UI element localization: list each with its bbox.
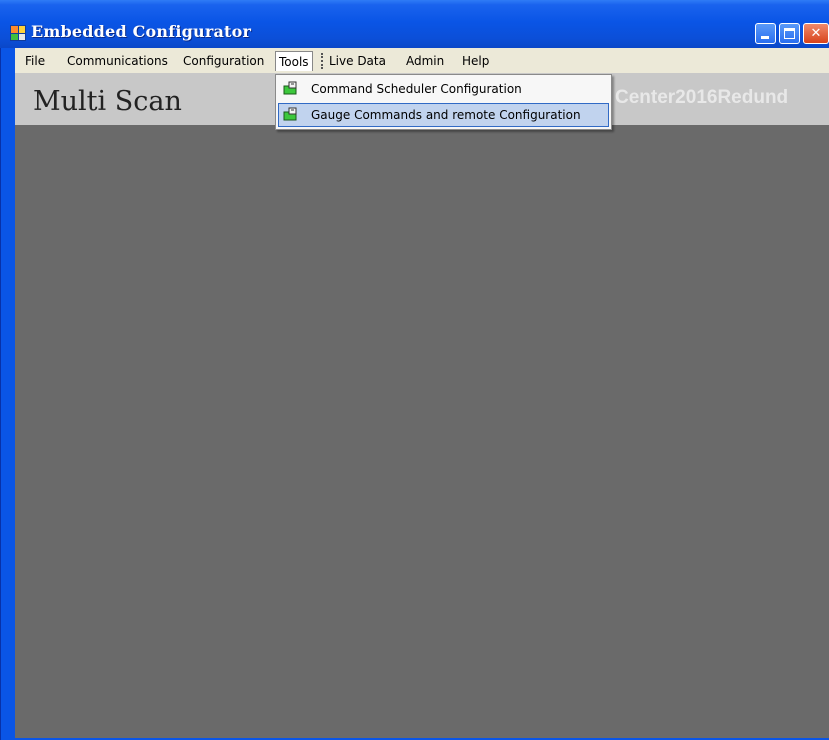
menu-bar: File Communications Configuration Tools … — [15, 48, 829, 73]
minimize-icon — [761, 36, 769, 39]
menu-admin[interactable]: Admin — [406, 53, 444, 70]
menu-communications[interactable]: Communications — [67, 53, 168, 70]
close-button[interactable]: ✕ — [803, 23, 829, 44]
menu-item-command-scheduler[interactable]: Command Scheduler Configuration — [278, 77, 609, 101]
gauge-icon — [283, 107, 297, 121]
menu-configuration[interactable]: Configuration — [183, 53, 264, 70]
title-bar[interactable]: Embedded Configurator ✕ — [0, 0, 829, 48]
menu-separator — [321, 53, 325, 69]
menu-item-label: Gauge Commands and remote Configuration — [311, 108, 581, 122]
tools-dropdown-menu: Command Scheduler Configuration Gauge Co… — [275, 74, 612, 130]
menu-item-gauge-commands[interactable]: Gauge Commands and remote Configuration — [278, 103, 609, 127]
app-icon[interactable] — [10, 25, 26, 41]
banner-title: Multi Scan — [33, 86, 182, 117]
maximize-icon — [784, 28, 795, 39]
menu-live-data[interactable]: Live Data — [329, 53, 386, 70]
client-area: File Communications Configuration Tools … — [15, 48, 829, 738]
maximize-button[interactable] — [779, 23, 800, 44]
banner-right-text: Center2016Redund — [615, 87, 789, 108]
window-title: Embedded Configurator — [31, 22, 252, 41]
minimize-button[interactable] — [755, 23, 776, 44]
menu-file[interactable]: File — [25, 53, 45, 70]
menu-tools[interactable]: Tools — [275, 51, 313, 71]
menu-help[interactable]: Help — [462, 53, 489, 70]
close-icon: ✕ — [810, 26, 822, 41]
scheduler-icon — [283, 81, 297, 95]
menu-item-label: Command Scheduler Configuration — [311, 82, 522, 96]
